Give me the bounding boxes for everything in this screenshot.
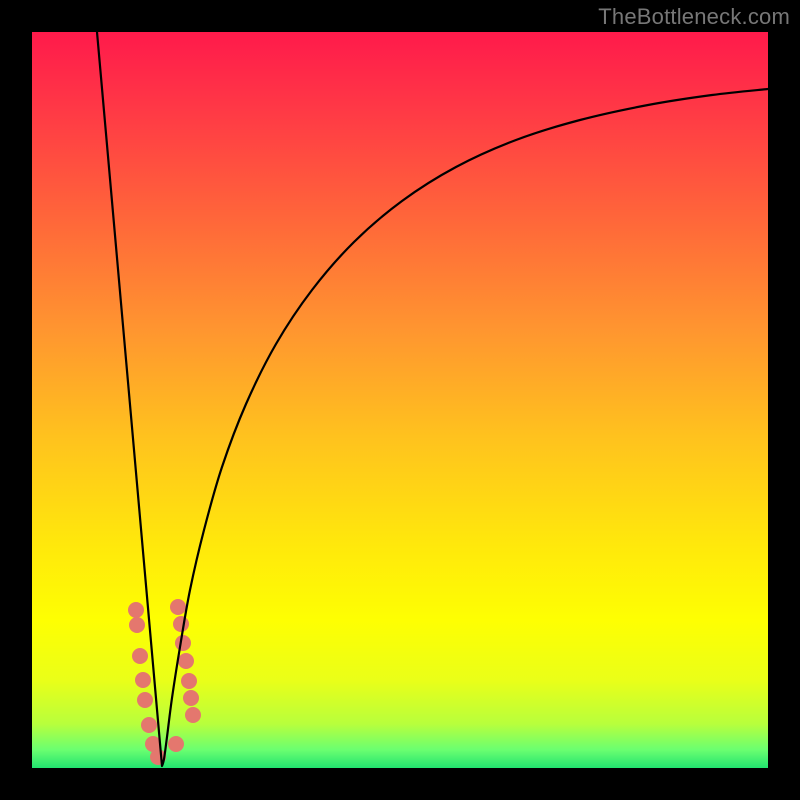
marker-dot	[173, 616, 189, 632]
chart-frame: TheBottleneck.com	[0, 0, 800, 800]
marker-dot	[137, 692, 153, 708]
marker-dot	[181, 673, 197, 689]
marker-dot	[175, 635, 191, 651]
chart-svg	[32, 32, 768, 768]
marker-dot	[183, 690, 199, 706]
marker-dot	[185, 707, 201, 723]
watermark-text: TheBottleneck.com	[598, 4, 790, 30]
marker-dot	[141, 717, 157, 733]
marker-dot	[129, 617, 145, 633]
plot-area	[32, 32, 768, 768]
marker-dot	[132, 648, 148, 664]
marker-dot	[168, 736, 184, 752]
marker-dot	[170, 599, 186, 615]
marker-dot	[128, 602, 144, 618]
marker-dot	[135, 672, 151, 688]
marker-dot	[178, 653, 194, 669]
